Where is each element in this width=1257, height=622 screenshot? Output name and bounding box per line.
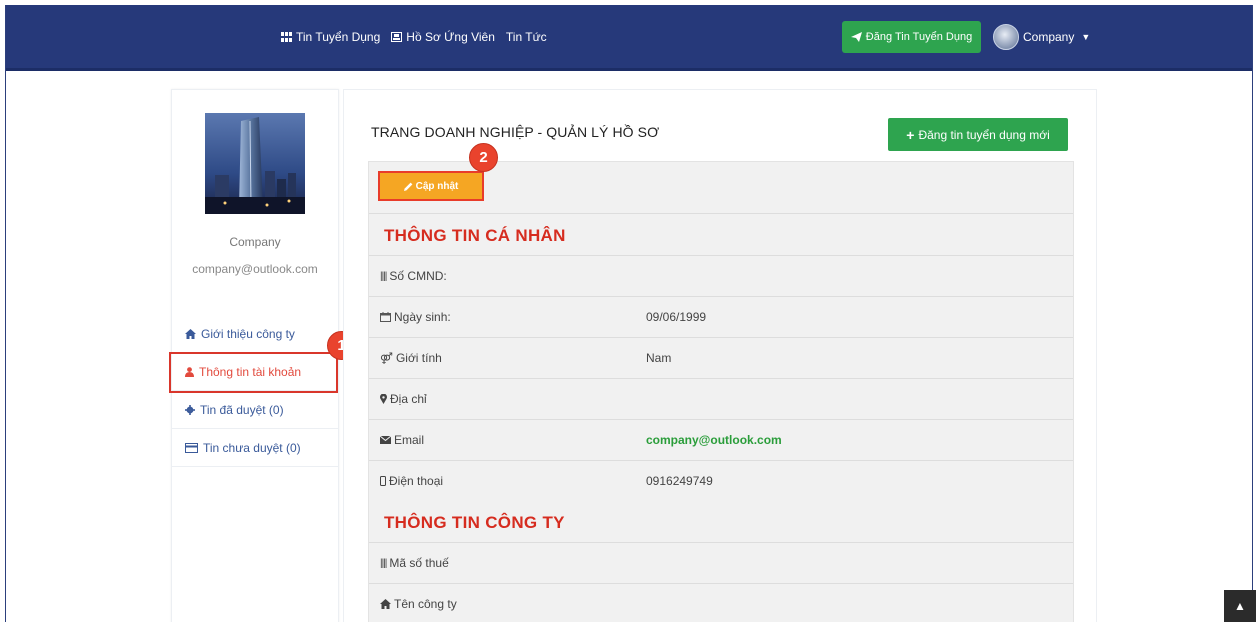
step-badge-2: 2 xyxy=(469,143,498,172)
sidebar-item-pending-posts[interactable]: Tin chưa duyệt (0) xyxy=(172,429,338,467)
row-label: Số CMND: xyxy=(389,269,447,283)
chevron-up-icon: ▲ xyxy=(1234,599,1246,613)
sidebar-company-name: Company xyxy=(229,235,281,249)
page-title: TRANG DOANH NGHIỆP - QUẢN LÝ HỒ SƠ xyxy=(371,124,660,140)
sidebar-company-email: company@outlook.com xyxy=(192,262,318,276)
paper-plane-icon xyxy=(850,32,862,42)
grid-icon xyxy=(281,32,292,42)
id-card-icon xyxy=(391,32,403,42)
profile-panel: Cập nhật THÔNG TIN CÁ NHÂN |||| Số CMND: … xyxy=(368,161,1074,622)
info-row-id-number: |||| Số CMND: xyxy=(369,255,1073,296)
gender-icon: ⚤ xyxy=(380,352,393,365)
top-navbar: Tin Tuyển Dụng Hồ Sơ Ứng Viên Tin Tức Đă… xyxy=(6,5,1252,71)
personal-info-heading: THÔNG TIN CÁ NHÂN xyxy=(384,226,566,245)
new-job-post-button[interactable]: + Đăng tin tuyển dụng mới xyxy=(888,118,1068,151)
info-row-email: Email company@outlook.com xyxy=(369,419,1073,460)
phone-icon xyxy=(380,476,386,486)
company-logo xyxy=(205,113,305,214)
row-label: Ngày sinh: xyxy=(394,310,451,324)
company-info-heading: THÔNG TIN CÔNG TY xyxy=(384,513,565,532)
home-icon xyxy=(185,328,196,339)
user-menu-label: Company xyxy=(1023,30,1075,44)
highlight-box-account-info xyxy=(169,352,338,393)
avatar xyxy=(993,24,1019,50)
nav-link-candidates-label: Hồ Sơ Ứng Viên xyxy=(406,30,495,44)
sidebar-item-approved-posts[interactable]: Tin đã duyệt (0) xyxy=(172,391,338,429)
scroll-to-top-button[interactable]: ▲ xyxy=(1224,590,1256,622)
gear-icon xyxy=(185,404,195,415)
nav-links: Tin Tuyển Dụng Hồ Sơ Ứng Viên Tin Tức xyxy=(281,30,547,44)
sidebar-item-label: Tin chưa duyệt (0) xyxy=(203,440,301,455)
caret-down-icon: ▼ xyxy=(1081,32,1091,42)
plus-icon: + xyxy=(906,126,915,143)
row-value: 0916249749 xyxy=(646,474,713,488)
home-icon xyxy=(380,599,391,609)
nav-link-jobs[interactable]: Tin Tuyển Dụng xyxy=(281,30,380,44)
sidebar-item-label: Tin đã duyệt (0) xyxy=(200,402,284,417)
row-value: Nam xyxy=(646,351,672,365)
row-label: Email xyxy=(394,433,425,447)
row-label: Mã số thuế xyxy=(389,556,449,570)
card-icon xyxy=(185,442,198,453)
pencil-icon xyxy=(403,182,413,191)
info-row-phone: Điện thoại 0916249749 xyxy=(369,460,1073,501)
update-row: Cập nhật xyxy=(369,162,1073,214)
info-row-company-name: Tên công ty xyxy=(369,583,1073,622)
update-button[interactable]: Cập nhật xyxy=(378,171,484,201)
info-row-gender: ⚤ Giới tính Nam xyxy=(369,337,1073,378)
nav-link-news[interactable]: Tin Tức xyxy=(506,30,547,44)
envelope-icon xyxy=(380,436,391,444)
row-label: Tên công ty xyxy=(394,597,457,611)
row-label: Điện thoại xyxy=(389,474,444,488)
barcode-icon: |||| xyxy=(380,270,387,282)
info-row-address: Địa chỉ xyxy=(369,378,1073,419)
row-label: Giới tính xyxy=(395,351,442,365)
info-row-tax-code: |||| Mã số thuế xyxy=(369,542,1073,583)
row-value-email: company@outlook.com xyxy=(646,433,782,447)
post-job-button-label: Đăng Tin Tuyển Dụng xyxy=(865,31,973,43)
sidebar-item-company-intro[interactable]: Giới thiệu công ty xyxy=(172,315,338,353)
row-value: 09/06/1999 xyxy=(646,310,707,324)
row-label: Địa chỉ xyxy=(390,392,427,406)
nav-link-candidates[interactable]: Hồ Sơ Ứng Viên xyxy=(391,30,495,44)
update-button-label: Cập nhật xyxy=(415,180,459,192)
barcode-icon: |||| xyxy=(380,557,387,569)
map-marker-icon xyxy=(380,394,387,404)
nav-link-news-label: Tin Tức xyxy=(505,30,547,44)
calendar-icon xyxy=(380,312,391,322)
nav-link-jobs-label: Tin Tuyển Dụng xyxy=(296,30,381,44)
main-content: TRANG DOANH NGHIỆP - QUẢN LÝ HỒ SƠ + Đăn… xyxy=(343,89,1097,622)
app-frame: Tin Tuyển Dụng Hồ Sơ Ứng Viên Tin Tức Đă… xyxy=(5,5,1253,622)
new-job-post-button-label: Đăng tin tuyển dụng mới xyxy=(918,127,1050,142)
sidebar-item-label: Giới thiệu công ty xyxy=(201,326,295,341)
post-job-button[interactable]: Đăng Tin Tuyển Dụng xyxy=(842,21,981,53)
info-row-birthdate: Ngày sinh: 09/06/1999 xyxy=(369,296,1073,337)
user-menu[interactable]: Company ▼ xyxy=(993,24,1090,50)
